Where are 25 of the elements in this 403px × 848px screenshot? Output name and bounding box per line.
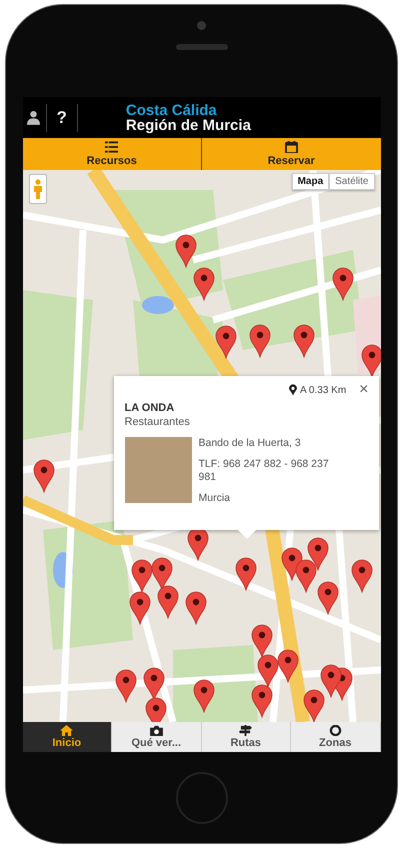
camera-dot [197,21,206,30]
calendar-icon [284,141,298,153]
place-category: Restaurantes [124,416,191,428]
list-icon [105,141,118,153]
camera-icon [150,725,163,736]
address-text: Bando de la Huerta, 3 [198,437,302,450]
location-pin-icon [289,384,298,396]
phone-text: TLF: 968 247 882 - 968 237 981 [198,458,330,484]
user-icon[interactable] [26,110,40,125]
distance-text: A 0.33 Km [300,384,346,396]
help-button[interactable]: ? [46,108,77,128]
photo-placeholder [124,437,192,503]
map-type-toggle[interactable]: Satélite [329,173,374,190]
place-name: LA ONDA [124,402,176,414]
pegman-icon [32,179,42,199]
speaker-grille [176,44,228,50]
signpost-icon [239,725,252,736]
home-icon [60,725,74,736]
brand-title: Costa Cálida [126,102,218,118]
city-text: Murcia [198,492,232,505]
compass-icon [328,725,342,736]
bottom-tab[interactable]: Inicio [22,722,112,752]
close-button[interactable]: × [359,382,368,398]
brand-subtitle: Región de Murcia [126,118,251,132]
map-type-toggle[interactable]: Mapa [292,173,330,190]
